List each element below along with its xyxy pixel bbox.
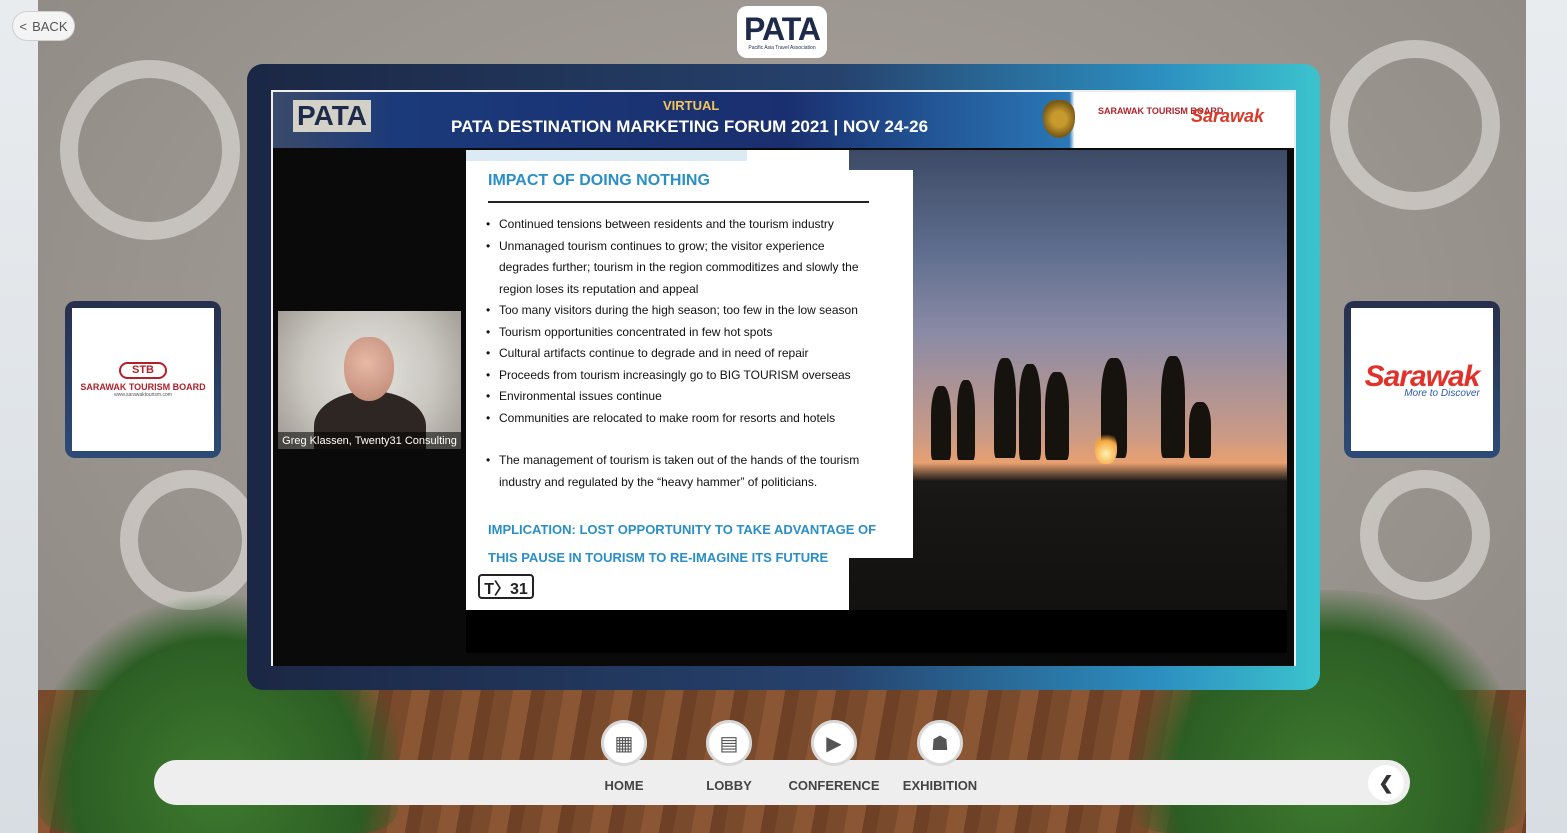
bottom-navigation-bar [154, 760, 1410, 805]
slide-divider [488, 201, 869, 203]
wall-pattern [1330, 40, 1500, 210]
slide-heading: IMPACT OF DOING NOTHING [488, 172, 710, 189]
nav-exhibition[interactable]: ☗ EXHIBITION [890, 720, 990, 793]
banner-virtual-label: VIRTUAL [663, 98, 720, 113]
slide-bullet: Cultural artifacts continue to degrade a… [486, 343, 876, 365]
sarawak-board-content: Sarawak More to Discover [1351, 308, 1493, 451]
building-icon: ▦ [601, 720, 647, 766]
video-stack-icon: ▶ [811, 720, 857, 766]
slide-bullet: Too many visitors during the high season… [486, 300, 876, 322]
stb-url: www.sarawaktourism.com [114, 391, 172, 398]
banner-sarawak-logo: Sarawak [1191, 106, 1265, 126]
slide-bullet: The management of tourism is taken out o… [486, 450, 876, 493]
nav-lobby[interactable]: ▤ LOBBY [679, 720, 779, 793]
nav-home[interactable]: ▦ HOME [574, 720, 674, 793]
stb-name: SARAWAK TOURISM BOARD [80, 381, 206, 392]
slide-bullet: Unmanaged tourism continues to grow; the… [486, 236, 876, 301]
slide-bullet: Communities are relocated to make room f… [486, 408, 876, 430]
silhouette [994, 358, 1016, 458]
collapse-nav-button[interactable]: ❮ [1368, 765, 1404, 801]
slide-tab-decoration [466, 150, 747, 161]
silhouette [957, 380, 975, 460]
ministry-crest-icon [1043, 100, 1075, 138]
wall-pattern [1360, 470, 1490, 600]
slide-banner: PATA VIRTUAL PATA DESTINATION MARKETING … [273, 92, 1294, 148]
booth-icon: ☗ [917, 720, 963, 766]
bonfire [1095, 430, 1117, 464]
slide-implication: IMPLICATION: LOST OPPORTUNITY TO TAKE AD… [488, 522, 877, 565]
left-wall-edge [0, 0, 38, 833]
beach-bonfire-photo [849, 150, 1287, 610]
back-label: BACK [32, 18, 68, 34]
nav-home-label: HOME [604, 778, 644, 793]
sarawak-sponsor-board[interactable]: Sarawak More to Discover [1344, 301, 1500, 458]
chevron-left-icon: < [19, 18, 28, 34]
stb-sponsor-board[interactable]: STB SARAWAK TOURISM BOARD www.sarawaktou… [65, 301, 221, 458]
nav-lobby-label: LOBBY [706, 778, 752, 793]
speaker-head [344, 337, 394, 401]
wall-pattern [60, 60, 240, 240]
banner-pata-logo: PATA [293, 100, 371, 132]
speaker-name: Greg Klassen, Twenty31 Consulting [278, 432, 461, 449]
silhouette [931, 386, 951, 460]
banner-title: PATA DESTINATION MARKETING FORUM 2021 | … [451, 117, 929, 136]
slide-bullet: Continued tensions between residents and… [486, 214, 876, 236]
logo-word: PATA [744, 11, 821, 47]
back-button[interactable]: < BACK [12, 11, 75, 41]
slide-bullet-list: Continued tensions between residents and… [486, 214, 876, 493]
speaker-video: Greg Klassen, Twenty31 Consulting [278, 311, 461, 449]
nav-conference[interactable]: ▶ CONFERENCE [784, 720, 884, 793]
slide-letterbox [466, 610, 1287, 653]
pata-logo: PATA Pacific Asia Travel Association [737, 6, 827, 58]
stb-board-content: STB SARAWAK TOURISM BOARD www.sarawaktou… [72, 308, 214, 451]
wall-pattern [120, 470, 260, 610]
silhouette [1045, 372, 1069, 460]
twenty31-logo: T〉31 [478, 574, 534, 599]
silhouette [1189, 402, 1211, 458]
nav-exhibition-label: EXHIBITION [902, 778, 978, 793]
slide-bullet: Tourism opportunities concentrated in fe… [486, 322, 876, 344]
slide-bullet: Environmental issues continue [486, 386, 876, 408]
right-wall-edge [1526, 0, 1567, 833]
chevron-left-icon: ❮ [1378, 772, 1394, 793]
silhouette [1019, 364, 1041, 460]
stb-badge: STB [119, 361, 167, 379]
slide-bullet: Proceeds from tourism increasingly go to… [486, 365, 876, 387]
sofa-icon: ▤ [706, 720, 752, 766]
silhouette [1161, 356, 1185, 458]
logo-subtitle: Pacific Asia Travel Association [748, 45, 816, 51]
sarawak-tagline: More to Discover [1404, 388, 1480, 399]
nav-conference-label: CONFERENCE [788, 778, 880, 793]
